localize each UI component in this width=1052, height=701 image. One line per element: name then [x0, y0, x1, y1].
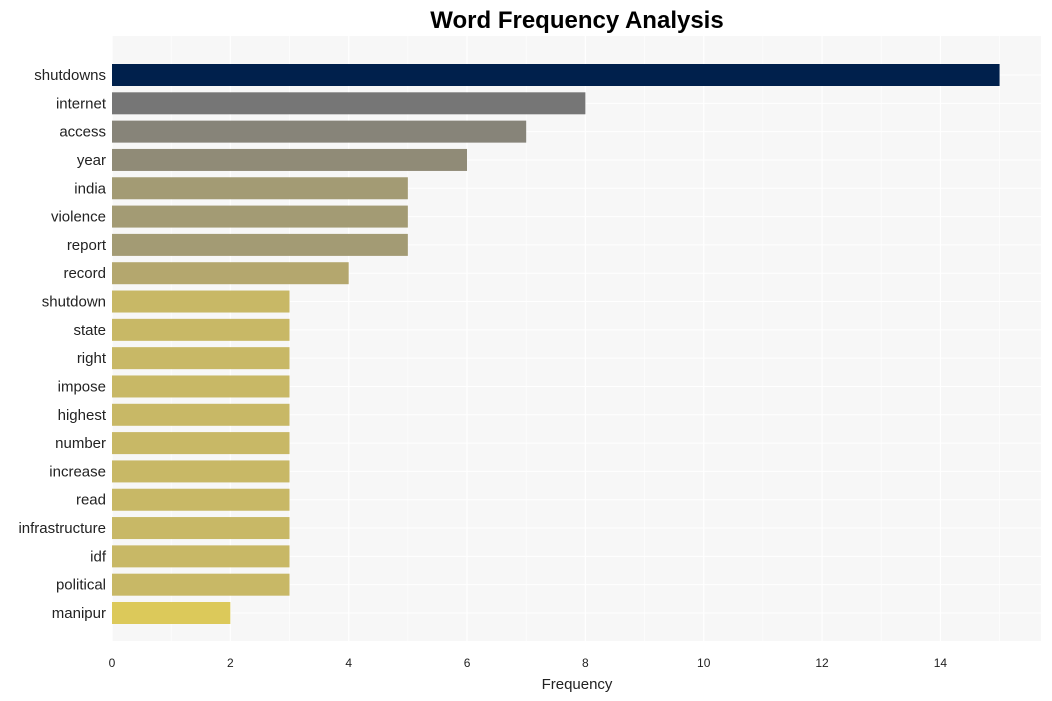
y-tick-label: state — [73, 322, 106, 339]
x-axis-ticks: 0 2 4 6 8 10 12 14 — [109, 656, 948, 670]
y-tick-label: highest — [58, 407, 107, 424]
bar-state — [112, 318, 290, 341]
bar-violence — [112, 205, 408, 228]
y-tick-label: year — [77, 152, 106, 169]
y-tick-label: shutdown — [42, 294, 106, 311]
y-axis-labels: shutdowns internet access year india violence… — [18, 67, 106, 622]
x-tick-label: 10 — [697, 656, 711, 670]
y-tick-label: idf — [90, 548, 107, 565]
bar-internet — [112, 92, 586, 115]
word-frequency-chart: shutdowns internet access year india violence… — [18, 7, 1041, 693]
x-tick-label: 2 — [227, 656, 234, 670]
y-tick-label: record — [63, 265, 106, 282]
bar-right — [112, 347, 290, 370]
bar-shutdowns — [112, 64, 1000, 86]
x-tick-label: 4 — [345, 656, 352, 670]
y-tick-label: shutdowns — [34, 67, 106, 84]
y-tick-label: manipur — [52, 605, 106, 622]
bar-year — [112, 148, 468, 171]
y-tick-label: political — [56, 577, 106, 594]
y-tick-label: violence — [51, 209, 106, 226]
y-tick-label: report — [67, 237, 107, 254]
x-tick-label: 0 — [109, 656, 116, 670]
bar-record — [112, 262, 349, 285]
bar-shutdown — [112, 290, 290, 313]
bar-highest — [112, 403, 290, 426]
bar-manipur — [112, 602, 231, 624]
x-tick-label: 14 — [934, 656, 948, 670]
bar-india — [112, 177, 408, 200]
bar-read — [112, 488, 290, 511]
bar-access — [112, 120, 527, 143]
y-tick-label: impose — [58, 378, 106, 395]
x-tick-label: 6 — [464, 656, 471, 670]
bar-number — [112, 432, 290, 455]
bar-idf — [112, 545, 290, 568]
y-tick-label: increase — [49, 463, 106, 480]
x-tick-label: 8 — [582, 656, 589, 670]
x-axis-label: Frequency — [542, 676, 613, 693]
y-tick-label: right — [77, 350, 107, 367]
bar-impose — [112, 375, 290, 398]
y-tick-label: infrastructure — [18, 520, 106, 537]
bar-increase — [112, 460, 290, 483]
y-tick-label: internet — [56, 95, 107, 112]
y-tick-label: access — [59, 124, 106, 141]
bar-report — [112, 233, 408, 256]
bar-political — [112, 573, 290, 596]
x-tick-label: 12 — [815, 656, 829, 670]
y-tick-label: india — [74, 180, 106, 197]
bar-infrastructure — [112, 517, 290, 540]
chart-title: Word Frequency Analysis — [430, 7, 723, 34]
y-tick-label: number — [55, 435, 106, 452]
y-tick-label: read — [76, 492, 106, 509]
